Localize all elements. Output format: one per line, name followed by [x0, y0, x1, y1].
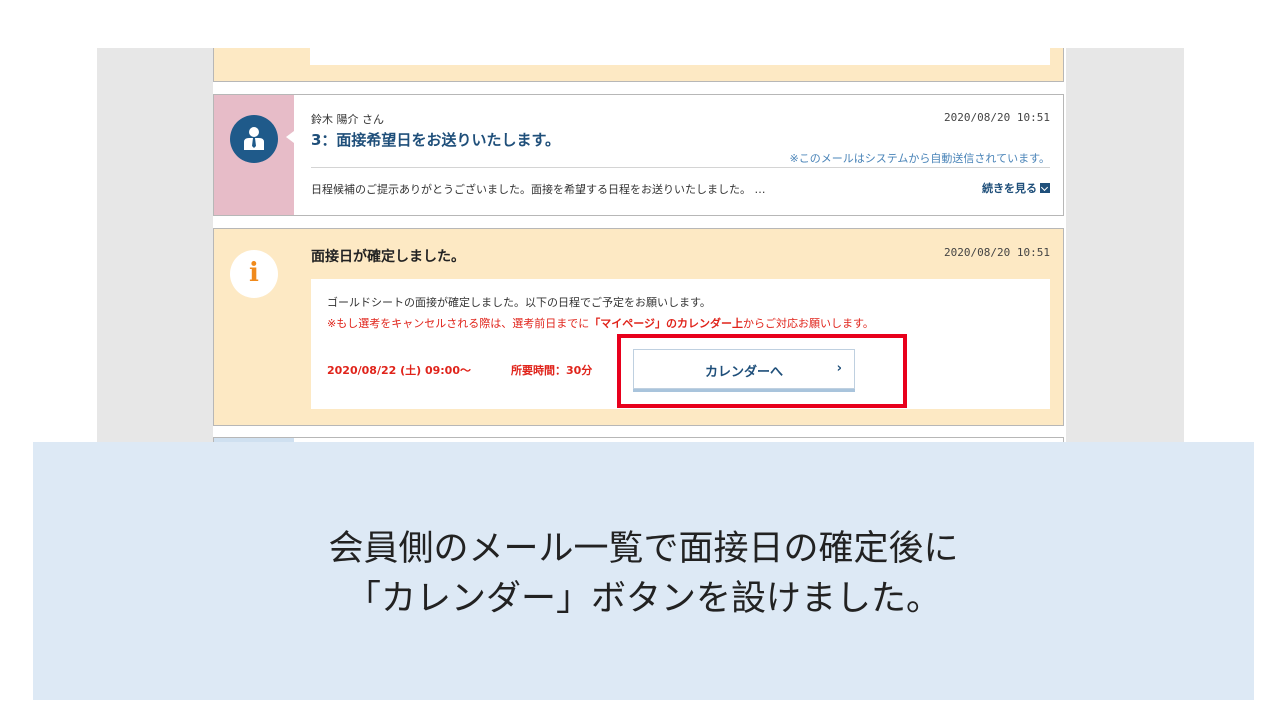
calendar-button[interactable]: カレンダーへ ›: [633, 349, 855, 389]
interview-schedule: 2020/08/22 (土) 09:00〜: [327, 364, 471, 377]
info-icon: i: [230, 250, 278, 298]
read-more-label: 続きを見る: [982, 182, 1037, 195]
info-glyph: i: [249, 258, 259, 288]
chevron-down-icon: [1040, 183, 1050, 193]
caption-panel: 会員側のメール一覧で面接日の確定後に 「カレンダー」ボタンを設けました。: [33, 442, 1254, 700]
previous-mail-body: [310, 48, 1050, 65]
mail-subject[interactable]: 3：面接希望日をお送りいたします。: [311, 129, 560, 150]
caption-line-2: 「カレンダー」ボタンを設けました。: [345, 579, 941, 619]
interview-duration: 所要時間：30分: [511, 364, 593, 377]
mail-sender: 鈴木 陽介 さん: [311, 113, 384, 126]
mail-divider: [311, 167, 1050, 168]
cancel-warning-suffix: からご対応お願いします。: [743, 317, 874, 330]
auto-send-note: ※このメールはシステムから自動送信されています。: [789, 152, 1050, 165]
mail-item[interactable]: 鈴木 陽介 さん 2020/08/20 10:51 3：面接希望日をお送りいたし…: [213, 94, 1064, 216]
read-more-link[interactable]: 続きを見る: [982, 180, 1050, 196]
mail-list-column: 鈴木 陽介 さん 2020/08/20 10:51 3：面接希望日をお送りいたし…: [213, 48, 1066, 458]
notice-title: 面接日が確定しました。: [311, 249, 465, 265]
cancel-warning-emphasis: 「マイページ」のカレンダー上: [589, 317, 743, 330]
notice-message: ゴールドシートの面接が確定しました。以下の日程でご予定をお願いします。: [327, 296, 711, 309]
caption-text: 会員側のメール一覧で面接日の確定後に 「カレンダー」ボタンを設けました。: [33, 524, 1254, 624]
user-avatar-icon: [230, 115, 278, 163]
notice-body: ゴールドシートの面接が確定しました。以下の日程でご予定をお願いします。 ※もし選…: [311, 279, 1050, 409]
mail-excerpt: 日程候補のご提示ありがとうございました。面接を希望する日程をお送りいたしました。…: [311, 183, 766, 196]
chevron-right-icon: ›: [836, 361, 842, 376]
mail-list-screenshot: 鈴木 陽介 さん 2020/08/20 10:51 3：面接希望日をお送りいたし…: [97, 48, 1184, 458]
calendar-button-label: カレンダーへ: [704, 365, 783, 380]
mail-date: 2020/08/20 10:51: [944, 111, 1050, 124]
mail-pointer: [286, 131, 294, 143]
mail-item-sidebar: [214, 95, 294, 215]
interview-confirmed-notice: i 面接日が確定しました。 2020/08/20 10:51 ゴールドシートの面…: [213, 228, 1064, 426]
previous-mail-card: [213, 48, 1064, 82]
cancel-warning-prefix: ※もし選考をキャンセルされる際は、選考前日までに: [327, 317, 590, 330]
cancel-warning: ※もし選考をキャンセルされる際は、選考前日までに「マイページ」のカレンダー上から…: [327, 315, 874, 331]
notice-date: 2020/08/20 10:51: [944, 246, 1050, 259]
caption-line-1: 会員側のメール一覧で面接日の確定後に: [328, 529, 959, 569]
